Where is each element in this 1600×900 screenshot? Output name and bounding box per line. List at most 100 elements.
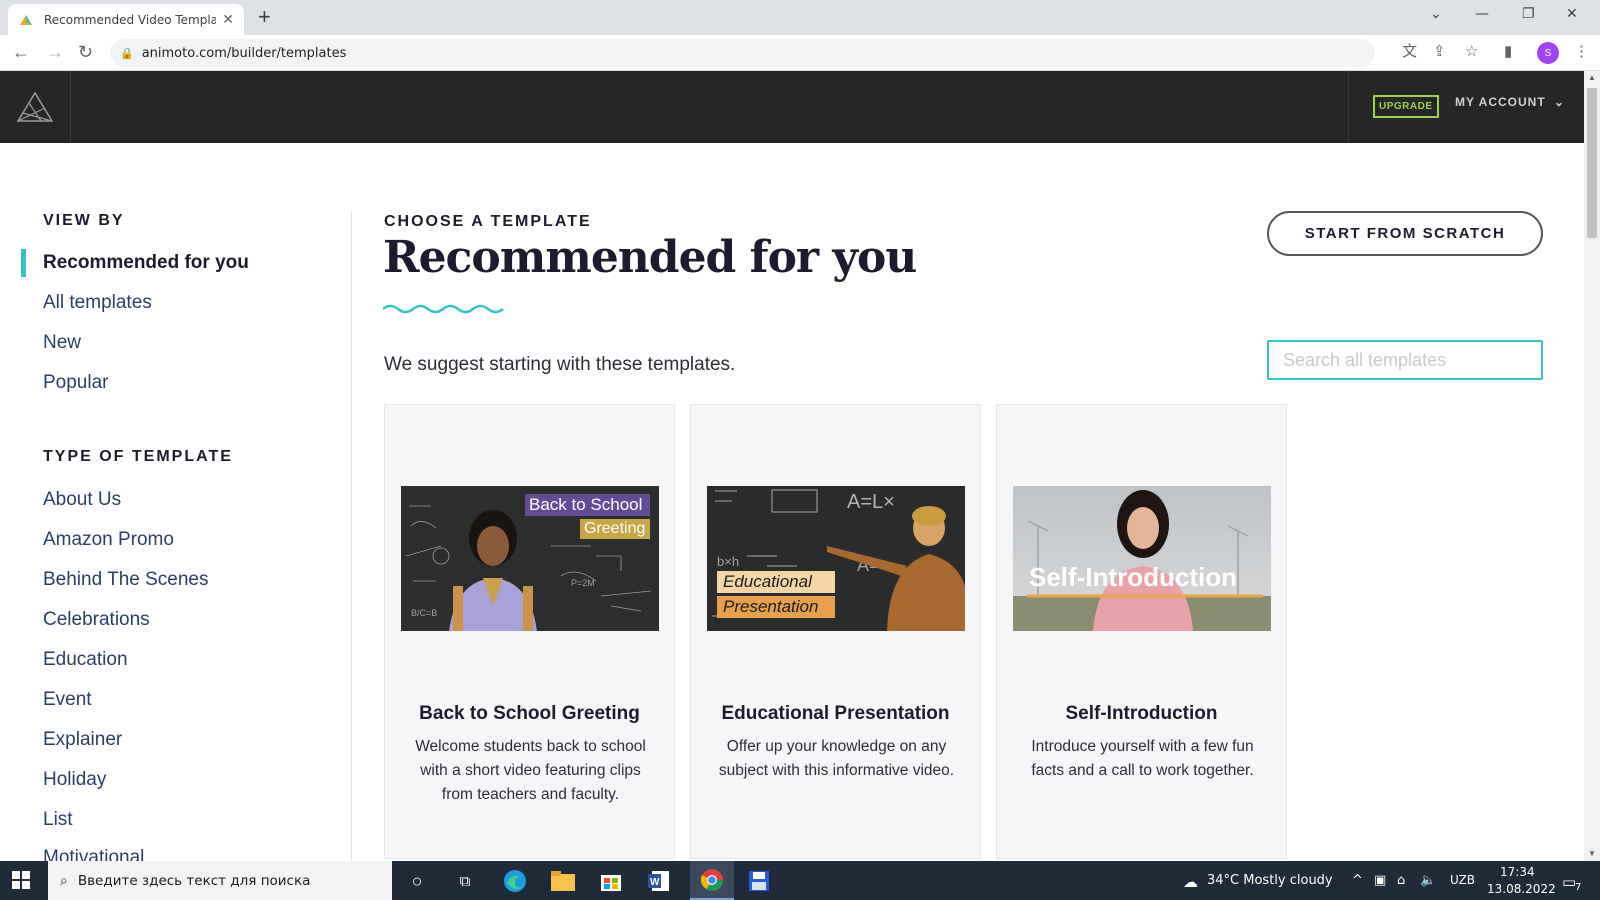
word-icon[interactable]: W [644,867,674,895]
thumbnail-overlay-title: Self-Introduction [1029,562,1237,592]
view-by-heading: VIEW BY [43,212,125,229]
animoto-logo-icon [16,91,54,122]
windows-start-icon[interactable] [12,871,30,889]
search-icon: ⌕ [60,872,68,888]
sidebar-item-popular[interactable]: Popular [43,372,109,394]
reload-icon[interactable]: ↻ [78,43,93,61]
sidebar-item-behind-the-scenes[interactable]: Behind The Scenes [43,569,209,591]
template-thumbnail[interactable]: B/C=B P=2M Back to School Greeting [401,486,659,631]
sidebar-item-event[interactable]: Event [43,689,92,711]
svg-text:B/C=B: B/C=B [411,608,437,618]
start-from-scratch-button[interactable]: START FROM SCRATCH [1267,211,1543,256]
tab-title: Recommended Video Templates [44,12,217,27]
sidebar-item-list[interactable]: List [43,809,73,831]
svg-text:b×h: b×h [717,554,739,569]
animoto-favicon-icon [20,14,32,25]
save-app-icon[interactable] [744,867,774,895]
card-title[interactable]: Educational Presentation [691,703,980,725]
sidebar-item-education[interactable]: Education [43,649,128,671]
edge-icon[interactable] [500,867,530,895]
thumbnail-overlay-line2: Presentation [723,597,819,616]
browser-toolbar: ← → ↻ 🔒 animoto.com/builder/templates 文 … [0,35,1600,71]
url-text: animoto.com/builder/templates [141,45,347,61]
profile-avatar[interactable]: S [1537,42,1559,64]
page-scrollbar[interactable]: ▲ ▼ [1584,71,1600,861]
file-explorer-icon[interactable] [548,867,578,895]
scroll-up-icon[interactable]: ▲ [1588,73,1596,82]
store-icon[interactable] [596,867,626,895]
scroll-down-icon[interactable]: ▼ [1588,849,1596,858]
address-bar[interactable]: 🔒 animoto.com/builder/templates [110,39,1375,67]
cortana-icon[interactable]: ○ [402,867,432,895]
taskbar-search-placeholder: Введите здесь текст для поиска [77,872,311,889]
template-card-back-to-school[interactable]: B/C=B P=2M Back to School Greeting Back … [384,404,675,859]
clock-date[interactable]: 13.08.2022 [1487,882,1556,896]
new-tab-icon[interactable]: + [258,6,271,28]
scrollbar-thumb[interactable] [1587,88,1597,238]
browser-tab[interactable]: Recommended Video Templates ✕ [8,4,244,35]
lock-icon: 🔒 [120,46,134,60]
template-thumbnail[interactable]: A=L× b×h A= Educational Presentation [707,486,965,631]
card-description: Offer up your knowledge on any subject w… [718,738,955,779]
page-subtitle: We suggest starting with these templates… [384,354,736,375]
sidebar-item-celebrations[interactable]: Celebrations [43,609,150,631]
template-card-self-introduction[interactable]: Self-Introduction Self-Introduction Intr… [996,404,1287,859]
sidebar-item-holiday[interactable]: Holiday [43,769,106,791]
thumbnail-overlay-line1: Educational [723,572,812,591]
card-description: Welcome students back to school with a s… [415,738,646,803]
sidebar-item-amazon-promo[interactable]: Amazon Promo [43,529,174,551]
task-view-icon[interactable]: ⧉ [450,867,480,895]
sidebar-item-motivational[interactable]: Motivational [43,849,144,861]
sidebar-clip: Motivational [0,849,351,861]
choose-template-eyebrow: CHOOSE A TEMPLATE [384,213,592,230]
thumbnail-overlay-line2: Greeting [584,520,646,537]
upgrade-button[interactable]: UPGRADE [1373,95,1439,118]
my-account-menu[interactable]: MY ACCOUNT ⌄ [1455,95,1565,109]
share-icon[interactable]: ⇪ [1433,44,1446,60]
close-tab-icon[interactable]: ✕ [222,11,234,28]
tray-device-icon[interactable]: ▣ [1374,873,1386,888]
sidebar-item-explainer[interactable]: Explainer [43,729,122,751]
weather-cloud-icon[interactable]: ☁ [1183,873,1198,891]
active-indicator [21,249,26,277]
sidebar-item-about-us[interactable]: About Us [43,489,121,511]
language-indicator[interactable]: UZB [1450,873,1475,887]
my-account-label: MY ACCOUNT [1455,95,1546,109]
svg-text:P=2M: P=2M [571,578,595,588]
site-header: UPGRADE MY ACCOUNT ⌄ [0,71,1584,143]
tab-search-icon[interactable]: ⌄ [1430,6,1442,22]
card-title[interactable]: Back to School Greeting [385,703,674,725]
sidebar-item-recommended[interactable]: Recommended for you [43,252,249,274]
chrome-taskbar-icon[interactable] [690,861,734,900]
self-introduction-thumbnail-image [1013,486,1271,631]
header-account-area: UPGRADE MY ACCOUNT ⌄ [1348,71,1584,143]
weather-text[interactable]: 34°C Mostly cloudy [1207,873,1333,888]
template-card-educational-presentation[interactable]: A=L× b×h A= Educational Presentation Edu… [690,404,981,859]
clock-time[interactable]: 17:34 [1500,865,1535,879]
bookmark-star-icon[interactable]: ☆ [1465,44,1478,60]
translate-icon[interactable]: 文 [1402,44,1417,60]
chrome-menu-icon[interactable]: ⋮ [1574,44,1589,60]
card-title[interactable]: Self-Introduction [997,703,1286,725]
tray-chevron-up-icon[interactable]: ^ [1352,873,1363,888]
restore-icon[interactable]: ❐ [1522,6,1535,22]
search-templates-input[interactable] [1267,340,1543,380]
taskbar-search-box[interactable]: ⌕ Введите здесь текст для поиска [48,861,392,900]
minimize-icon[interactable]: — [1475,6,1489,22]
card-description: Introduce yourself with a few fun facts … [1031,738,1254,779]
back-icon[interactable]: ← [12,43,30,61]
close-window-icon[interactable]: ✕ [1566,6,1578,22]
animoto-logo[interactable] [0,71,71,143]
browser-tab-strip: Recommended Video Templates ✕ + ⌄ — ❐ ✕ [0,0,1600,35]
sidebar-item-new[interactable]: New [43,332,81,354]
page-title: Recommended for you [383,232,917,283]
chevron-down-icon: ⌄ [1554,95,1566,109]
side-panel-icon[interactable]: ▮ [1504,44,1512,60]
network-icon[interactable]: ⌂ [1397,873,1405,888]
windows-taskbar: ⌕ Введите здесь текст для поиска ○ ⧉ W ☁… [0,861,1600,900]
sidebar-item-all-templates[interactable]: All templates [43,292,152,314]
volume-icon[interactable]: 🔈 [1420,873,1436,888]
sidebar-divider [351,211,352,861]
forward-icon[interactable]: → [46,43,64,61]
template-thumbnail[interactable]: Self-Introduction [1013,486,1271,631]
